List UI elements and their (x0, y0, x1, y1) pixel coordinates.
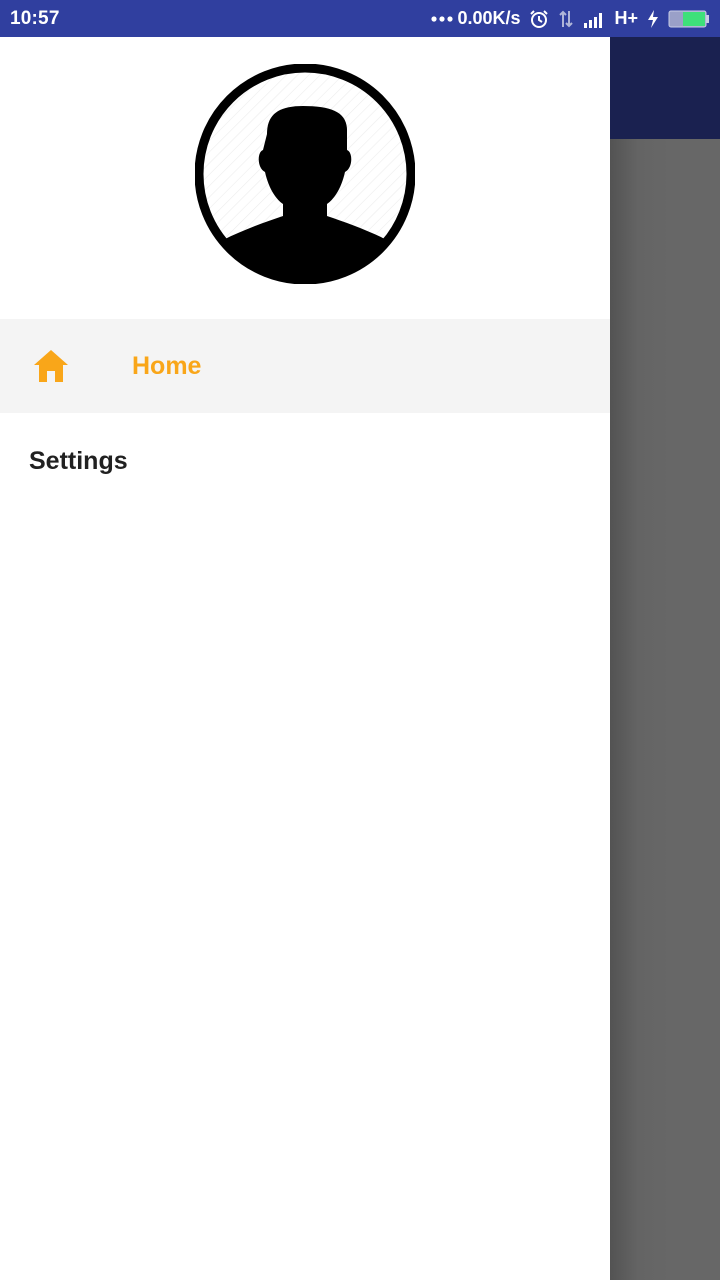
more-dots-icon (431, 15, 454, 23)
navigation-drawer: Home Settings (0, 37, 610, 1280)
status-indicators: 0.00K/s H+ (431, 8, 710, 29)
network-speed: 0.00K/s (457, 8, 521, 28)
home-icon (33, 348, 69, 384)
alarm-icon (529, 9, 549, 29)
drawer-item-label: Home (132, 352, 202, 380)
drawer-header (0, 37, 610, 319)
data-transfer-icon (558, 9, 574, 29)
status-bar: 10:57 0.00K/s H+ (0, 0, 720, 37)
user-silhouette-icon[interactable] (194, 63, 416, 285)
app-bar (610, 37, 720, 139)
status-time: 10:57 (10, 7, 60, 29)
network-type: H+ (614, 8, 638, 28)
charging-icon (647, 9, 659, 29)
drawer-item-label: Settings (29, 447, 128, 475)
battery-icon (668, 10, 710, 28)
drawer-item-settings[interactable]: Settings (0, 413, 610, 509)
signal-icon (583, 10, 605, 28)
drawer-scrim[interactable] (610, 139, 720, 1280)
drawer-item-home[interactable]: Home (0, 319, 610, 413)
